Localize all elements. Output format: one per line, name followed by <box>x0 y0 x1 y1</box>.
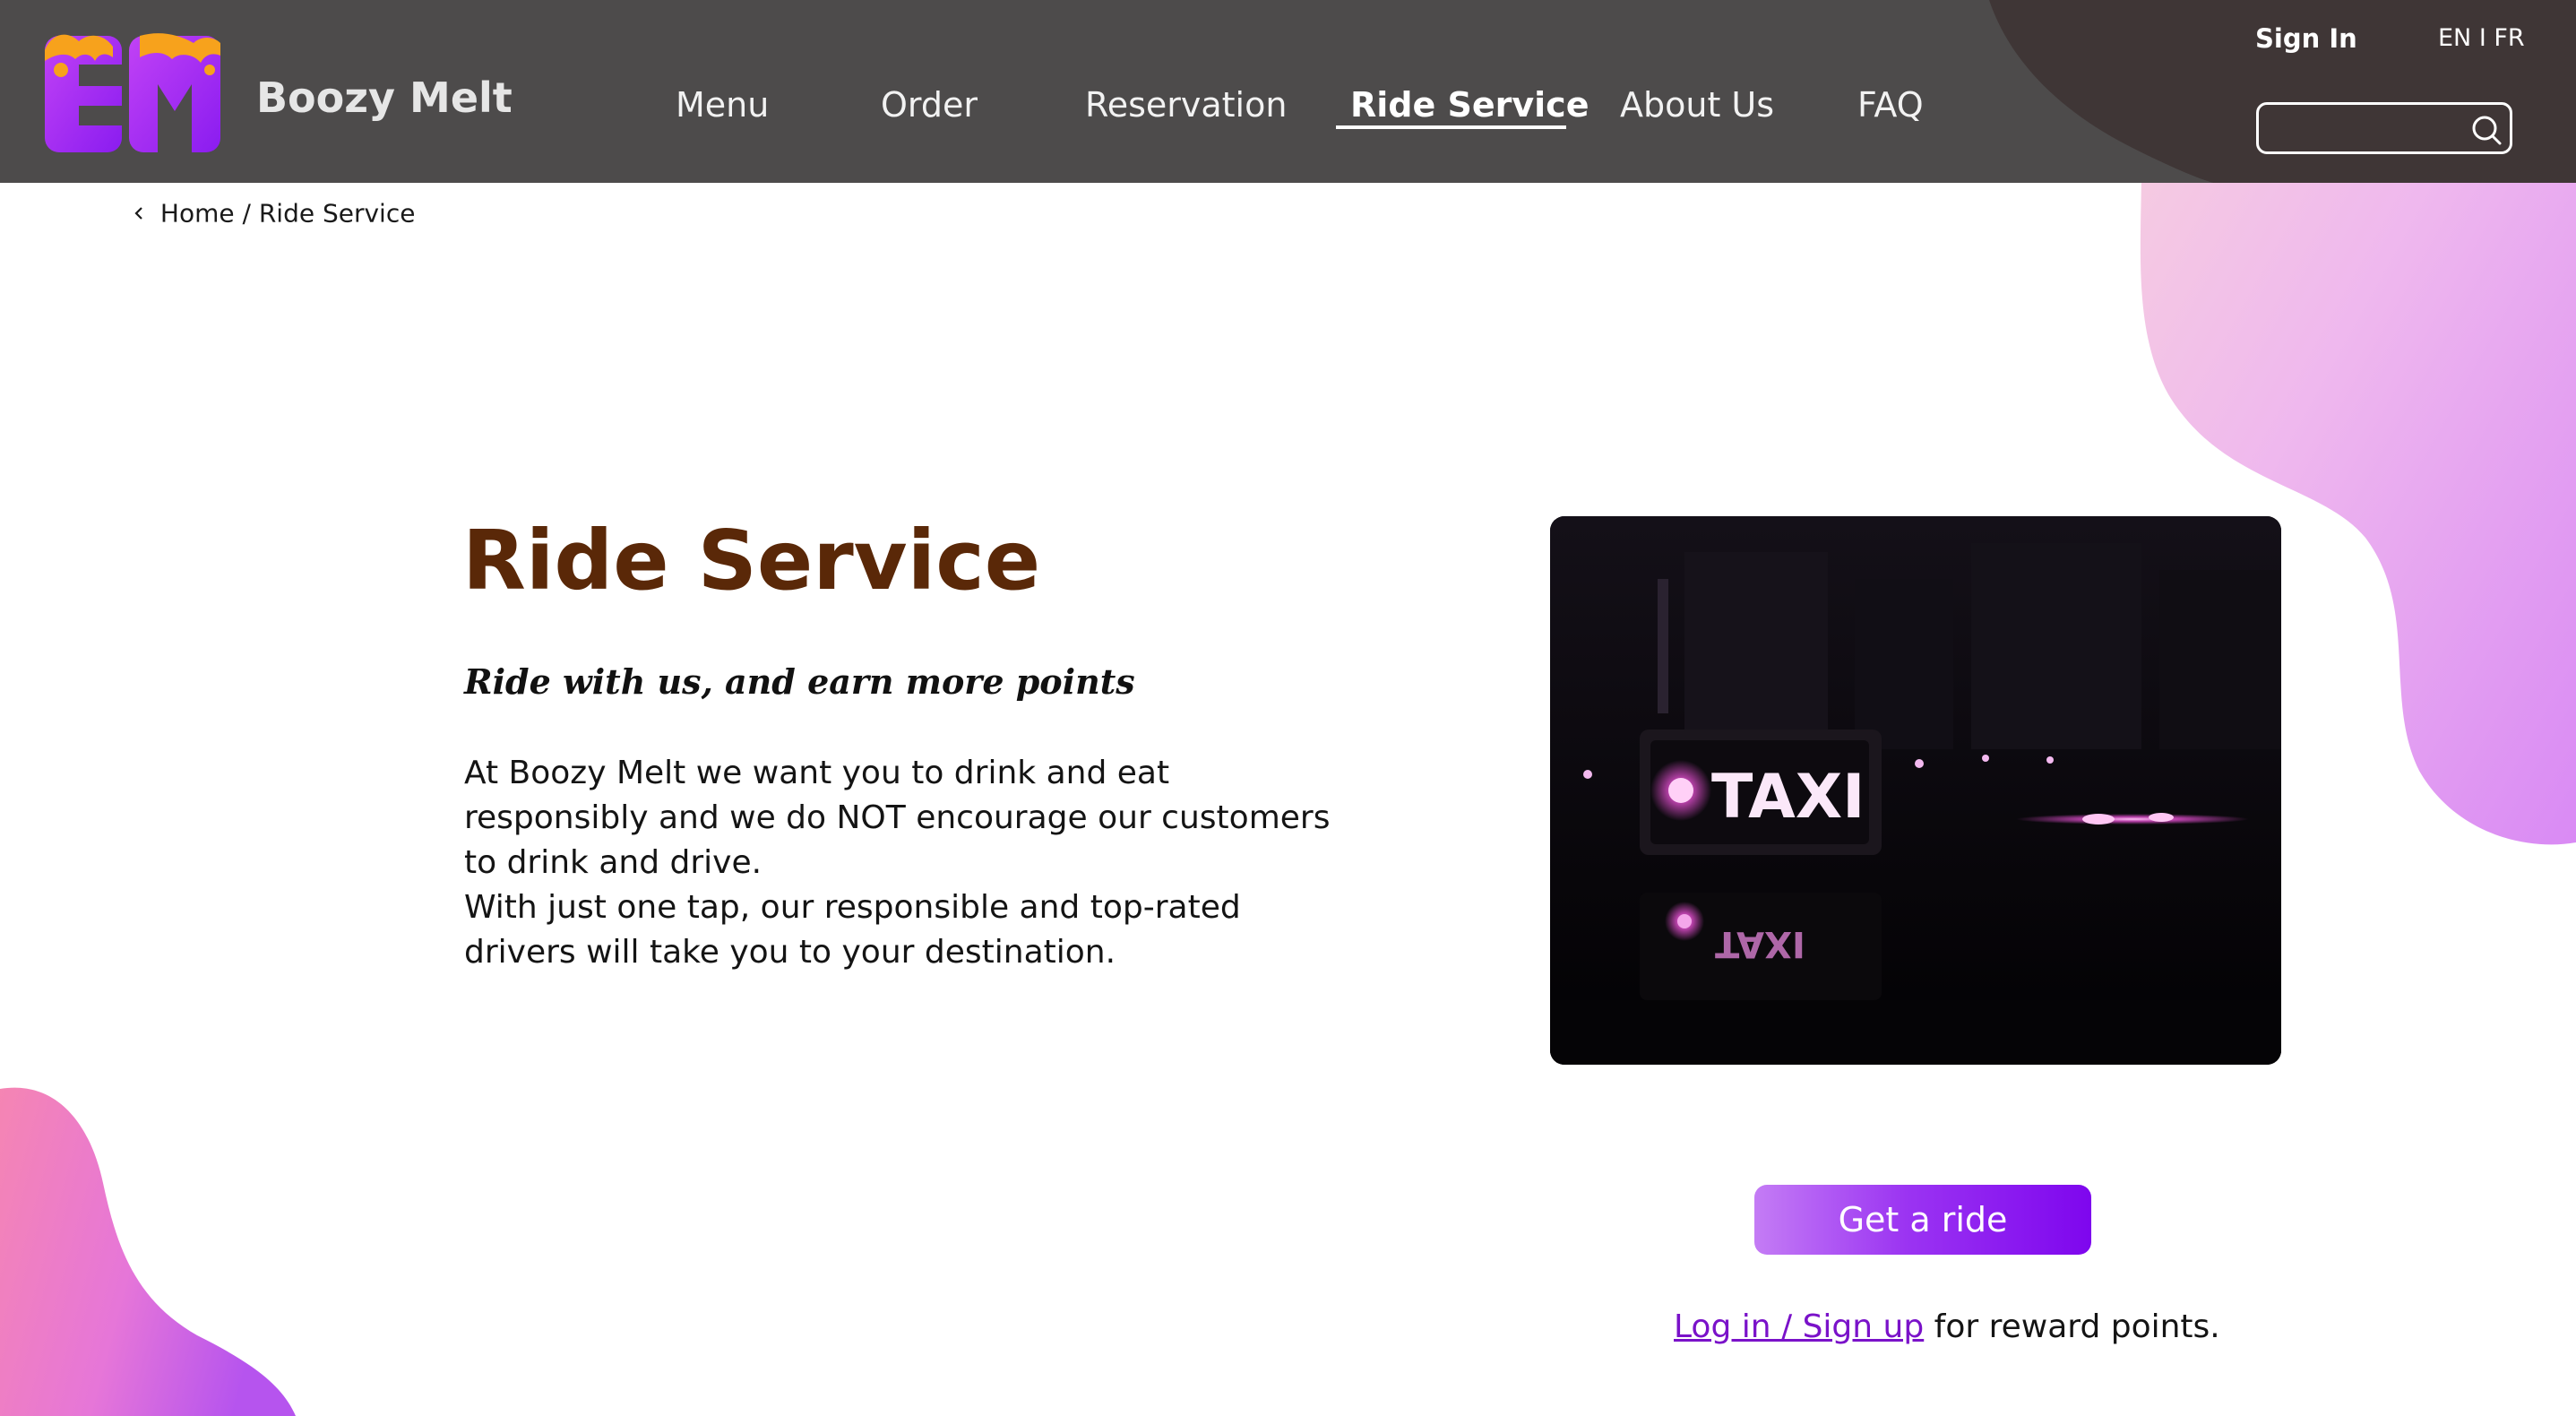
nav-about-us[interactable]: About Us <box>1620 85 1774 125</box>
brand-name[interactable]: Boozy Melt <box>256 73 513 122</box>
language-switcher[interactable]: EN I FR <box>2438 24 2525 52</box>
nav-active-underline <box>1336 125 1566 129</box>
site-header: Boozy Melt Menu Order Reservation Ride S… <box>0 0 2576 183</box>
back-chevron-icon[interactable] <box>133 204 145 222</box>
left-blob-shape <box>0 1087 296 1416</box>
intro-paragraph: At Boozy Melt we want you to drink and e… <box>464 755 1331 881</box>
reward-text: for reward points. <box>1934 1308 2220 1345</box>
driver-paragraph: With just one tap, our responsible and t… <box>464 889 1241 971</box>
search-input[interactable] <box>2271 110 2454 148</box>
page-title: Ride Service <box>462 513 1041 609</box>
breadcrumb-current: Ride Service <box>258 198 416 229</box>
sign-in-link[interactable]: Sign In <box>2255 23 2357 54</box>
breadcrumb: Home / Ride Service <box>133 197 415 229</box>
taxi-sign-text: TAXI <box>1711 762 1865 833</box>
get-a-ride-button[interactable]: Get a ride <box>1754 1185 2091 1255</box>
breadcrumb-separator: / <box>242 198 251 229</box>
nav-reservation[interactable]: Reservation <box>1085 85 1287 125</box>
brand-logo-icon[interactable] <box>43 30 222 156</box>
page-tagline: Ride with us, and earn more points <box>464 661 1135 702</box>
nav-order[interactable]: Order <box>881 85 978 125</box>
login-signup-link[interactable]: Log in / Sign up <box>1674 1308 1924 1345</box>
taxi-photo: TAXI TAXI <box>1550 516 2281 1065</box>
search-icon[interactable] <box>2468 112 2504 148</box>
nav-menu[interactable]: Menu <box>676 85 769 125</box>
nav-ride-service[interactable]: Ride Service <box>1350 85 1589 125</box>
svg-text:TAXI: TAXI <box>1715 923 1805 964</box>
search-box <box>2256 102 2512 154</box>
breadcrumb-home[interactable]: Home <box>160 199 235 229</box>
reward-line: Log in / Sign up for reward points. <box>1674 1308 2220 1345</box>
nav-faq[interactable]: FAQ <box>1857 85 1924 125</box>
